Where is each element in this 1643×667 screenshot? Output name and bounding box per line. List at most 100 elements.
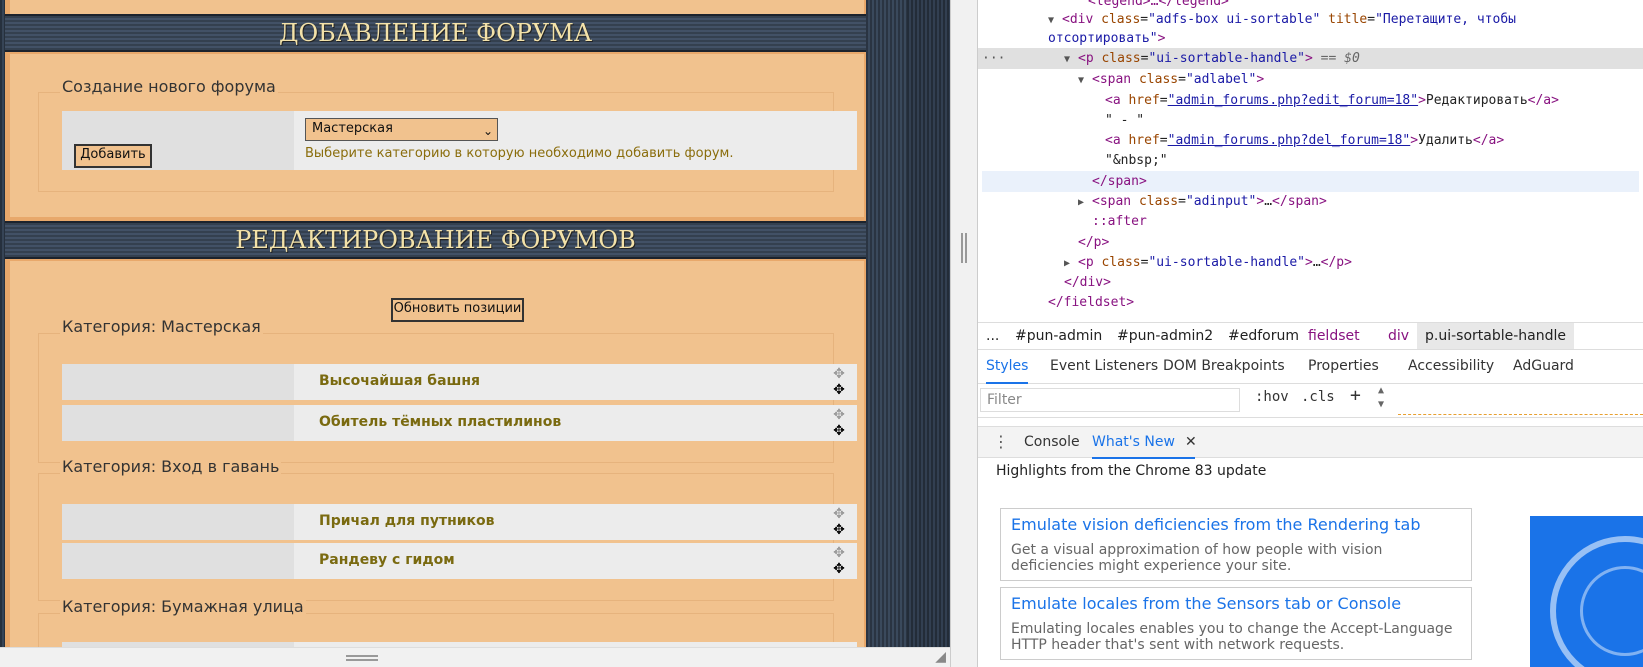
tab-styles[interactable]: Styles [986,350,1029,384]
horizontal-scrollbar[interactable]: ◢ [0,647,950,667]
drawer-menu-icon[interactable]: ⋮ [993,427,1009,457]
dom-line[interactable]: <a href="admin_forums.php?del_forum=18">… [1105,130,1643,151]
dom-attr-name: title [1328,12,1368,27]
resize-grip-icon[interactable]: ◢ [935,649,946,665]
dom-line-cont: отсортировать"> [1048,31,1166,46]
dom-line-hover[interactable]: </span> [982,171,1639,192]
more-icon[interactable]: ··· [982,48,1005,69]
collapse-triangle-icon[interactable]: ▶ [1064,253,1078,274]
dom-attr-value: "adlabel" [1185,72,1257,87]
breadcrumb-item[interactable]: #pun-admin [1015,323,1102,349]
dom-link[interactable]: "admin_forums.php?del_forum=18" [1168,133,1411,148]
category-legend-1: Категория: Мастерская [60,317,263,336]
left-border [0,0,5,647]
move-icon[interactable]: ✥ ✥ [831,407,847,439]
tab-event-listeners[interactable]: Event Listeners [1050,350,1158,382]
forum-row[interactable]: Причал для путников ✥ ✥ [62,504,857,540]
add-forum-header: ДОБАВЛЕНИЕ ФОРУМА [5,14,866,52]
tab-accessibility[interactable]: Accessibility [1408,350,1494,382]
forum-row[interactable]: Обитель тёмных пластилинов ✥ ✥ [62,405,857,441]
expand-triangle-icon[interactable]: ▼ [1078,70,1092,91]
move-icon[interactable]: ✥ ✥ [831,366,847,398]
category-hint: Выберите категорию в которую необходимо … [305,146,734,161]
dom-selected-marker: == $0 [1320,51,1360,66]
breadcrumb-item[interactable]: #edforum [1228,323,1299,349]
forum-link[interactable]: Причал для путников [319,513,495,529]
devtools-panel: <legend>…</legend> ▼ <div class="adfs-box… [978,0,1643,667]
category-select[interactable]: Мастерская ⌄ [305,118,498,141]
forum-link[interactable]: Рандеву с гидом [319,552,455,568]
tab-whats-new[interactable]: What's New [1092,427,1195,459]
dom-tag: div [1069,12,1094,27]
breadcrumb-item[interactable]: ... [986,323,999,349]
breadcrumb-item-active[interactable]: p.ui-sortable-handle [1417,323,1574,349]
dom-line[interactable]: ▶ <span class="adinput">…</span> [1078,191,1643,212]
whats-new-card[interactable]: Emulate locales from the Sensors tab or … [1000,587,1472,660]
forum-link[interactable]: Высочайшая башня [319,373,480,389]
add-rule-icon[interactable]: + [1350,385,1361,406]
dom-line[interactable]: " - " [1105,110,1643,131]
tab-whats-new-label: What's New [1092,434,1175,450]
card-title[interactable]: Emulate vision deficiencies from the Ren… [1011,515,1421,534]
card-description: Get a visual approximation of how people… [1011,542,1383,574]
close-icon[interactable]: ✕ [1185,427,1197,457]
add-button[interactable]: Добавить [74,144,152,168]
dom-text: <legend>…</legend> [1088,0,1229,9]
devtools-splitter[interactable] [950,0,978,667]
dom-line[interactable]: </div> [1064,272,1643,293]
tab-properties[interactable]: Properties [1308,350,1379,382]
dom-line[interactable]: </p> [1078,232,1643,253]
dom-line[interactable]: </fieldset> [1048,292,1643,313]
forum-row-left-cell [62,405,294,441]
dom-attr-name: class [1101,12,1141,27]
dom-line[interactable]: ::after [1092,211,1643,232]
dom-text: … [1264,194,1273,209]
forum-row[interactable]: Высочайшая башня ✥ ✥ [62,364,857,400]
move-icon[interactable]: ✥ ✥ [831,545,847,577]
dom-attr-value: отсортировать" [1048,31,1158,46]
dom-line[interactable]: <a href="admin_forums.php?edit_forum=18"… [1105,90,1643,111]
styles-dashed-divider [1398,414,1643,415]
forum-row-left-cell [62,364,294,400]
dom-link[interactable]: "admin_forums.php?edit_forum=18" [1168,93,1418,108]
page-viewport: ДОБАВЛЕНИЕ ФОРУМА Создание нового форума… [0,0,950,667]
card-title[interactable]: Emulate locales from the Sensors tab or … [1011,594,1401,613]
hov-toggle[interactable]: :hov [1255,389,1289,405]
dom-text: … [1312,255,1321,270]
collapse-triangle-icon[interactable]: ▶ [1078,192,1092,213]
update-positions-button[interactable]: Обновить позиции [391,298,524,322]
scroll-grip-icon[interactable] [346,655,378,661]
dom-close-tag: </fieldset> [1048,295,1135,310]
dom-attr-value: "ui-sortable-handle" [1148,255,1305,270]
breadcrumb-item[interactable]: div [1388,323,1409,349]
dom-close-tag: </p> [1078,235,1110,250]
tab-adguard[interactable]: AdGuard [1513,350,1574,382]
dom-line[interactable]: "&nbsp;" [1105,150,1643,171]
styles-filter-input[interactable]: Filter [980,388,1240,412]
dom-attr-value: "ui-sortable-handle" [1148,51,1305,66]
add-forum-row: Добавить Мастерская ⌄ Выберите категорию… [62,111,857,170]
dom-text: Удалить [1418,133,1473,148]
cls-toggle[interactable]: .cls [1301,389,1335,405]
whats-new-card[interactable]: Emulate vision deficiencies from the Ren… [1000,508,1472,581]
breadcrumb-item[interactable]: fieldset [1308,323,1360,349]
dom-text: Редактировать [1425,93,1528,108]
scroll-arrows-icon[interactable]: ▲ ▼ [1378,384,1384,412]
forum-link[interactable]: Обитель тёмных пластилинов [319,414,561,430]
breadcrumb-item[interactable]: #pun-admin2 [1117,323,1213,349]
expand-triangle-icon[interactable]: ▼ [1064,49,1078,70]
category-select-value: Мастерская [312,121,393,136]
dom-attr-value: "adinput" [1185,194,1257,209]
dom-line[interactable]: ▶ <p class="ui-sortable-handle">…</p> [1064,252,1643,273]
dom-line[interactable]: ▼ <span class="adlabel"> [1078,69,1643,90]
forum-row[interactable]: Рандеву с гидом ✥ ✥ [62,543,857,579]
dom-attr-value: "adfs-box ui-sortable" [1148,12,1321,27]
move-icon[interactable]: ✥ ✥ [831,506,847,538]
forum-row-left-cell [62,504,294,540]
dom-line[interactable]: ▼ <div class="adfs-box ui-sortable" title… [1048,9,1643,30]
edit-forums-header: РЕДАКТИРОВАНИЕ ФОРУМОВ [5,221,866,259]
splitter-handle-icon[interactable] [961,233,967,263]
tab-console[interactable]: Console [1024,427,1080,457]
dom-line-selected[interactable]: ··· ▼ <p class="ui-sortable-handle"> == $… [978,48,1643,69]
tab-dom-breakpoints[interactable]: DOM Breakpoints [1163,350,1285,382]
